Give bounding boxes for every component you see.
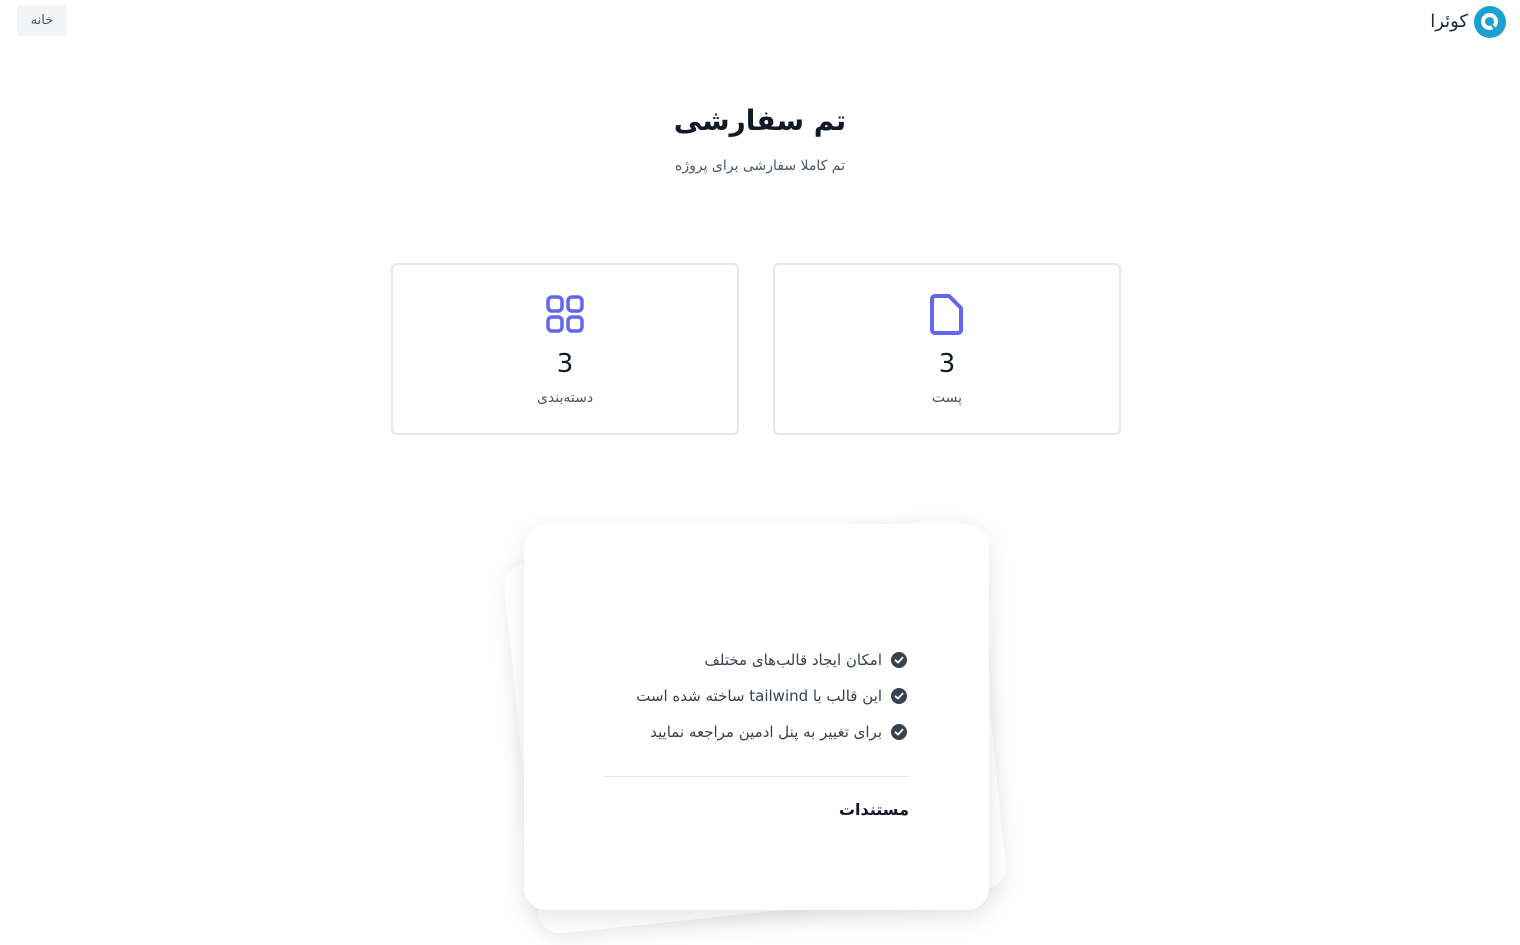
grid-icon xyxy=(546,295,584,333)
document-icon xyxy=(930,294,963,335)
posts-count: 3 xyxy=(938,349,956,379)
categories-label: دسته‌بندی xyxy=(536,390,594,406)
quera-logo-icon xyxy=(1474,6,1506,38)
docs-link[interactable]: مستندات xyxy=(839,800,909,819)
check-circle-icon xyxy=(891,688,907,704)
feature-text: برای تغییر به پنل ادمین مراجعه نمایید xyxy=(650,723,882,741)
feature-item: برای تغییر به پنل ادمین مراجعه نمایید xyxy=(603,714,907,750)
page-title: تم سفارشی xyxy=(673,104,847,137)
page-subtitle: تم کاملا سفارشی برای پروژه xyxy=(675,158,845,174)
posts-label: پست xyxy=(931,390,963,406)
divider xyxy=(604,776,909,777)
feature-text: این قالب با tailwind ساخته شده است xyxy=(636,687,882,705)
check-circle-icon xyxy=(891,724,907,740)
hero: تم سفارشی تم کاملا سفارشی برای پروژه xyxy=(0,96,1520,178)
brand-name: کوئرا xyxy=(1430,11,1468,32)
categories-count: 3 xyxy=(556,349,574,379)
posts-stat-card[interactable]: 3 پست xyxy=(773,263,1121,435)
features-list: امکان ایجاد قالب‌های مختلف این قالب با t… xyxy=(603,642,907,750)
feature-text: امکان ایجاد قالب‌های مختلف xyxy=(704,651,882,669)
features-card: امکان ایجاد قالب‌های مختلف این قالب با t… xyxy=(524,524,989,910)
categories-stat-card[interactable]: 3 دسته‌بندی xyxy=(391,263,739,435)
check-circle-icon xyxy=(891,652,907,668)
home-button[interactable]: خانه xyxy=(17,5,67,36)
brand[interactable]: کوئرا xyxy=(1430,6,1506,38)
feature-item: این قالب با tailwind ساخته شده است xyxy=(603,678,907,714)
top-bar: کوئرا خانه xyxy=(0,0,1520,44)
feature-item: امکان ایجاد قالب‌های مختلف xyxy=(603,642,907,678)
